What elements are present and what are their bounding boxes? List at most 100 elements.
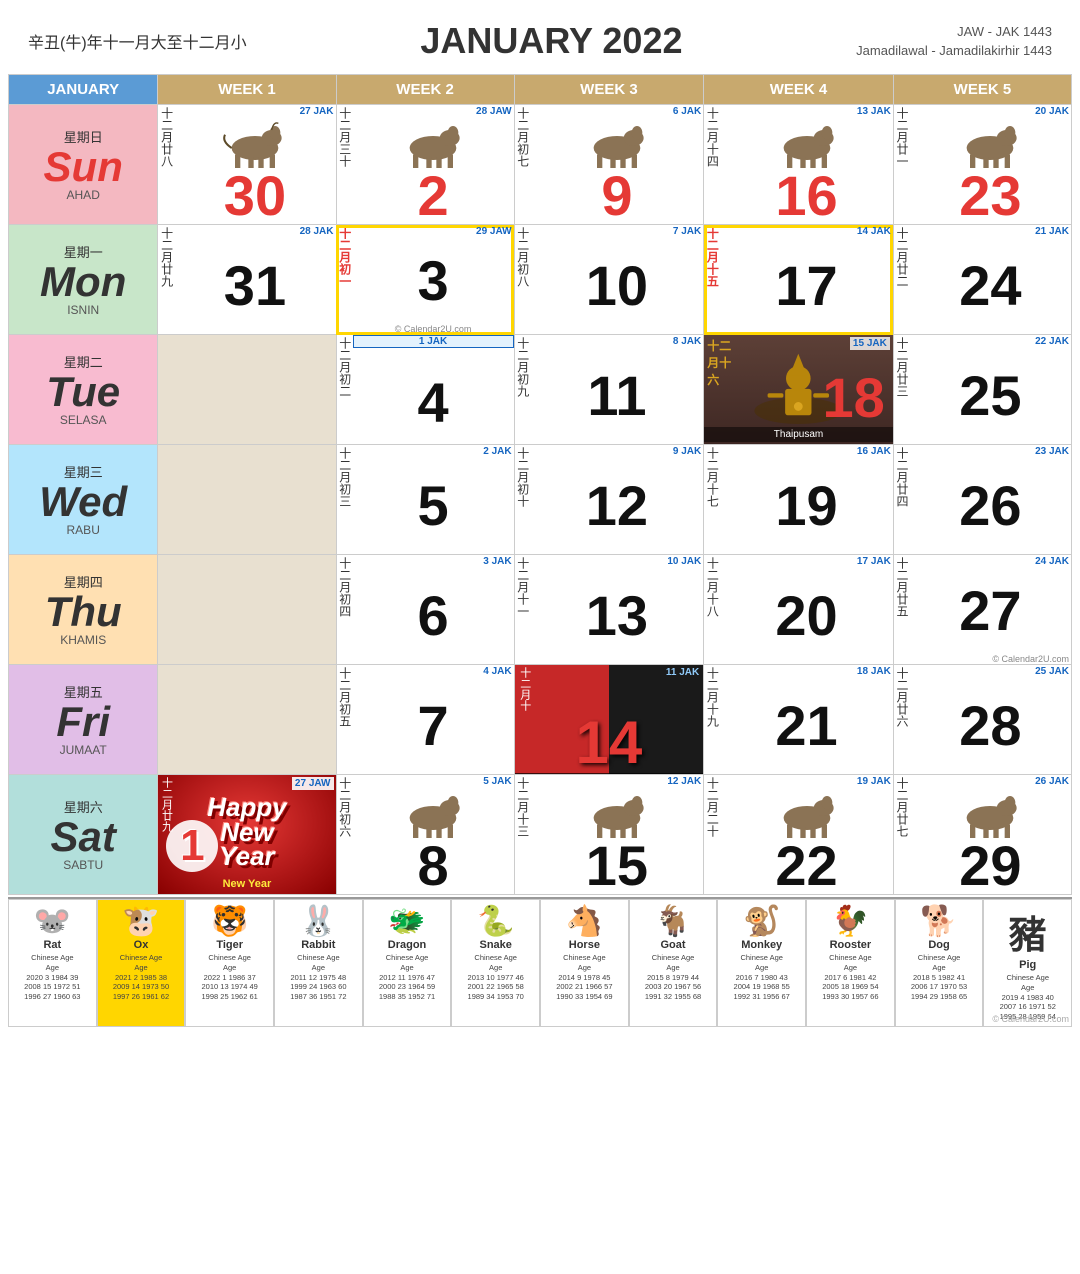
goat-label: Goat <box>631 939 716 951</box>
cn-date-mon-w5: 十二月廿二 <box>894 225 910 334</box>
cn-date-sun-w3: 十二月初七 <box>515 105 531 224</box>
badge-fri-w3: 11 JAK <box>666 667 699 711</box>
day-num-tue-w5: 25 <box>910 348 1071 444</box>
cell-wed-w2: 十二月初三 2 JAK 5 <box>336 445 514 555</box>
cn-date-thu-w5: 十二月廿五 <box>894 555 910 664</box>
thu-malay: KHAMIS <box>9 633 157 647</box>
cn-date-tue-w4: 十二月十六 <box>707 337 731 388</box>
sun-en: Sun <box>9 146 157 188</box>
badge-sun-w2: 28 JAW <box>353 105 514 118</box>
cell-sat-w2: 十二月初六 5 JAK <box>336 775 514 895</box>
badge-sat-w5: 26 JAK <box>910 775 1071 788</box>
header-right-line1: JAW - JAK 1443 <box>856 22 1052 42</box>
rat-icon: 🐭 <box>10 904 95 939</box>
day-num-thu-w4: 20 <box>720 568 893 664</box>
sat-en: Sat <box>9 816 157 858</box>
cn-date-sun-w1: 十二月廿八 <box>158 105 174 224</box>
monkey-data: Chinese AgeAge2016 7 1980 432004 19 1968… <box>719 953 804 1002</box>
zodiac-rabbit: 🐰 Rabbit Chinese AgeAge2011 12 1975 4819… <box>274 899 363 1027</box>
rat-data: Chinese AgeAge2020 3 1984 392008 15 1972… <box>10 953 95 1002</box>
badge-wed-w5: 23 JAK <box>910 445 1071 458</box>
cell-mon-w4: 十二月十五 14 JAK 17 <box>704 225 894 335</box>
main-sat-w5: 26 JAK 29 <box>910 775 1071 894</box>
tue-en: Tue <box>9 371 157 413</box>
cell-sun-w1: 十二月廿八 27 JAK <box>158 105 336 225</box>
badge-sat-w4: 19 JAK <box>720 775 893 788</box>
zodiac-strip: 🐭 Rat Chinese AgeAge2020 3 1984 392008 1… <box>8 897 1072 1027</box>
horse-icon-sat-w4 <box>767 788 847 838</box>
cn-date-fri-w4: 十二月十九 <box>704 665 720 774</box>
cn-date-mon-w3: 十二月初八 <box>515 225 531 334</box>
horse-icon-sun-w3 <box>577 118 657 168</box>
badge-wed-w3: 9 JAK <box>531 445 704 458</box>
col-header-week1: WEEK 1 <box>158 75 336 105</box>
copyright-zodiac: © Calendar2U.com <box>992 1014 1069 1024</box>
badge-sun-w5: 20 JAK <box>910 105 1071 118</box>
cn-date-mon-w4: 十二月十五 <box>704 225 720 334</box>
main-fri-w5: 25 JAK 28 <box>910 665 1071 774</box>
main-tue-w2: 1 JAK 4 <box>353 335 514 444</box>
cn-date-thu-w4: 十二月十八 <box>704 555 720 664</box>
zodiac-dragon: 🐲 Dragon Chinese AgeAge2012 11 1976 4720… <box>363 899 452 1027</box>
badge-sun-w1: 27 JAK <box>174 105 335 118</box>
main-fri-w4: 18 JAK 21 <box>720 665 893 774</box>
new-year-label: New Year <box>158 878 335 890</box>
day-label-sunday: 星期日 Sun AHAD <box>9 105 158 225</box>
header-subtitle-left: 辛丑(牛)年十一月大至十二月小 <box>28 29 247 53</box>
day-num-wed-w5: 26 <box>910 458 1071 554</box>
day-label-thursday: 星期四 Thu KHAMIS <box>9 555 158 665</box>
day-num-sat-w5: 29 <box>910 838 1071 894</box>
row-thursday: 星期四 Thu KHAMIS 十二月初四 3 JAK 6 <box>9 555 1072 665</box>
ox-data: Chinese AgeAge2021 2 1985 382009 14 1973… <box>99 953 184 1002</box>
zodiac-pig: 豬 Pig Chinese AgeAge2019 4 1983 402007 1… <box>983 899 1072 1027</box>
zodiac-rooster: 🐓 Rooster Chinese AgeAge2017 6 1981 4220… <box>806 899 895 1027</box>
main-wed-w3: 9 JAK 12 <box>531 445 704 554</box>
mon-malay: ISNIN <box>9 303 157 317</box>
day-num-mon-w4: 17 <box>720 238 893 334</box>
main-mon-w1: 28 JAK 31 <box>174 225 335 334</box>
day-num-tue-w4: 18 <box>823 370 885 426</box>
main-sat-w2: 5 JAK 8 <box>353 775 514 894</box>
horse-icon-sun-w5 <box>950 118 1030 168</box>
rooster-label: Rooster <box>808 939 893 951</box>
main-wed-w5: 23 JAK 26 <box>910 445 1071 554</box>
tue-malay: SELASA <box>9 413 157 427</box>
wed-malay: RABU <box>9 523 157 537</box>
main-thu-w2: 3 JAK 6 <box>353 555 514 664</box>
main-sat-w3: 12 JAK 15 <box>531 775 704 894</box>
rabbit-data: Chinese AgeAge2011 12 1975 481999 24 196… <box>276 953 361 1002</box>
day-num-sun-w4: 16 <box>720 168 893 224</box>
thu-en: Thu <box>9 591 157 633</box>
tiger-label: Tiger <box>187 939 272 951</box>
ox-icon: 🐮 <box>99 904 184 939</box>
badge-tue-w5: 22 JAK <box>910 335 1071 348</box>
badge-mon-w1: 28 JAK <box>174 225 335 238</box>
main-sat-w4: 19 JAK 22 <box>720 775 893 894</box>
col-header-january: JANUARY <box>9 75 158 105</box>
main-sun-w3: 6 JAK 9 <box>531 105 704 224</box>
zodiac-tiger: 🐯 Tiger Chinese AgeAge2022 1 1986 372010… <box>185 899 274 1027</box>
day-num-mon-w2: 3 <box>353 238 514 324</box>
cell-thu-w3: 十二月十一 10 JAK 13 <box>514 555 704 665</box>
cn-date-tue-w3: 十二月初九 <box>515 335 531 444</box>
row-monday: 星期一 Mon ISNIN 十二月廿九 28 JAK 31 <box>9 225 1072 335</box>
horse-data: Chinese AgeAge2014 9 1978 452002 21 1966… <box>542 953 627 1002</box>
badge-sun-w3: 6 JAK <box>531 105 704 118</box>
zodiac-rat: 🐭 Rat Chinese AgeAge2020 3 1984 392008 1… <box>8 899 97 1027</box>
main-sun-w4: 13 JAK 16 <box>720 105 893 224</box>
mon-en: Mon <box>9 261 157 303</box>
cell-sun-w5: 十二月廿一 20 JAK <box>893 105 1071 225</box>
sun-malay: AHAD <box>9 188 157 202</box>
day-label-friday: 星期五 Fri JUMAAT <box>9 665 158 775</box>
main-mon-w4: 14 JAK 17 <box>720 225 893 334</box>
cell-sat-w1-newyear: 十二月廿九 27 JAW HappyNewYear 1 New Year <box>158 775 336 895</box>
cell-wed-w3: 十二月初十 9 JAK 12 <box>514 445 704 555</box>
row-friday: 星期五 Fri JUMAAT 十二月初五 4 JAK 7 <box>9 665 1072 775</box>
col-header-week5: WEEK 5 <box>893 75 1071 105</box>
rooster-icon: 🐓 <box>808 904 893 939</box>
main-fri-w2: 4 JAK 7 <box>353 665 514 774</box>
main-tue-w5: 22 JAK 25 <box>910 335 1071 444</box>
cn-date-thu-w3: 十二月十一 <box>515 555 531 664</box>
col-header-week2: WEEK 2 <box>336 75 514 105</box>
cell-thu-w4: 十二月十八 17 JAK 20 <box>704 555 894 665</box>
